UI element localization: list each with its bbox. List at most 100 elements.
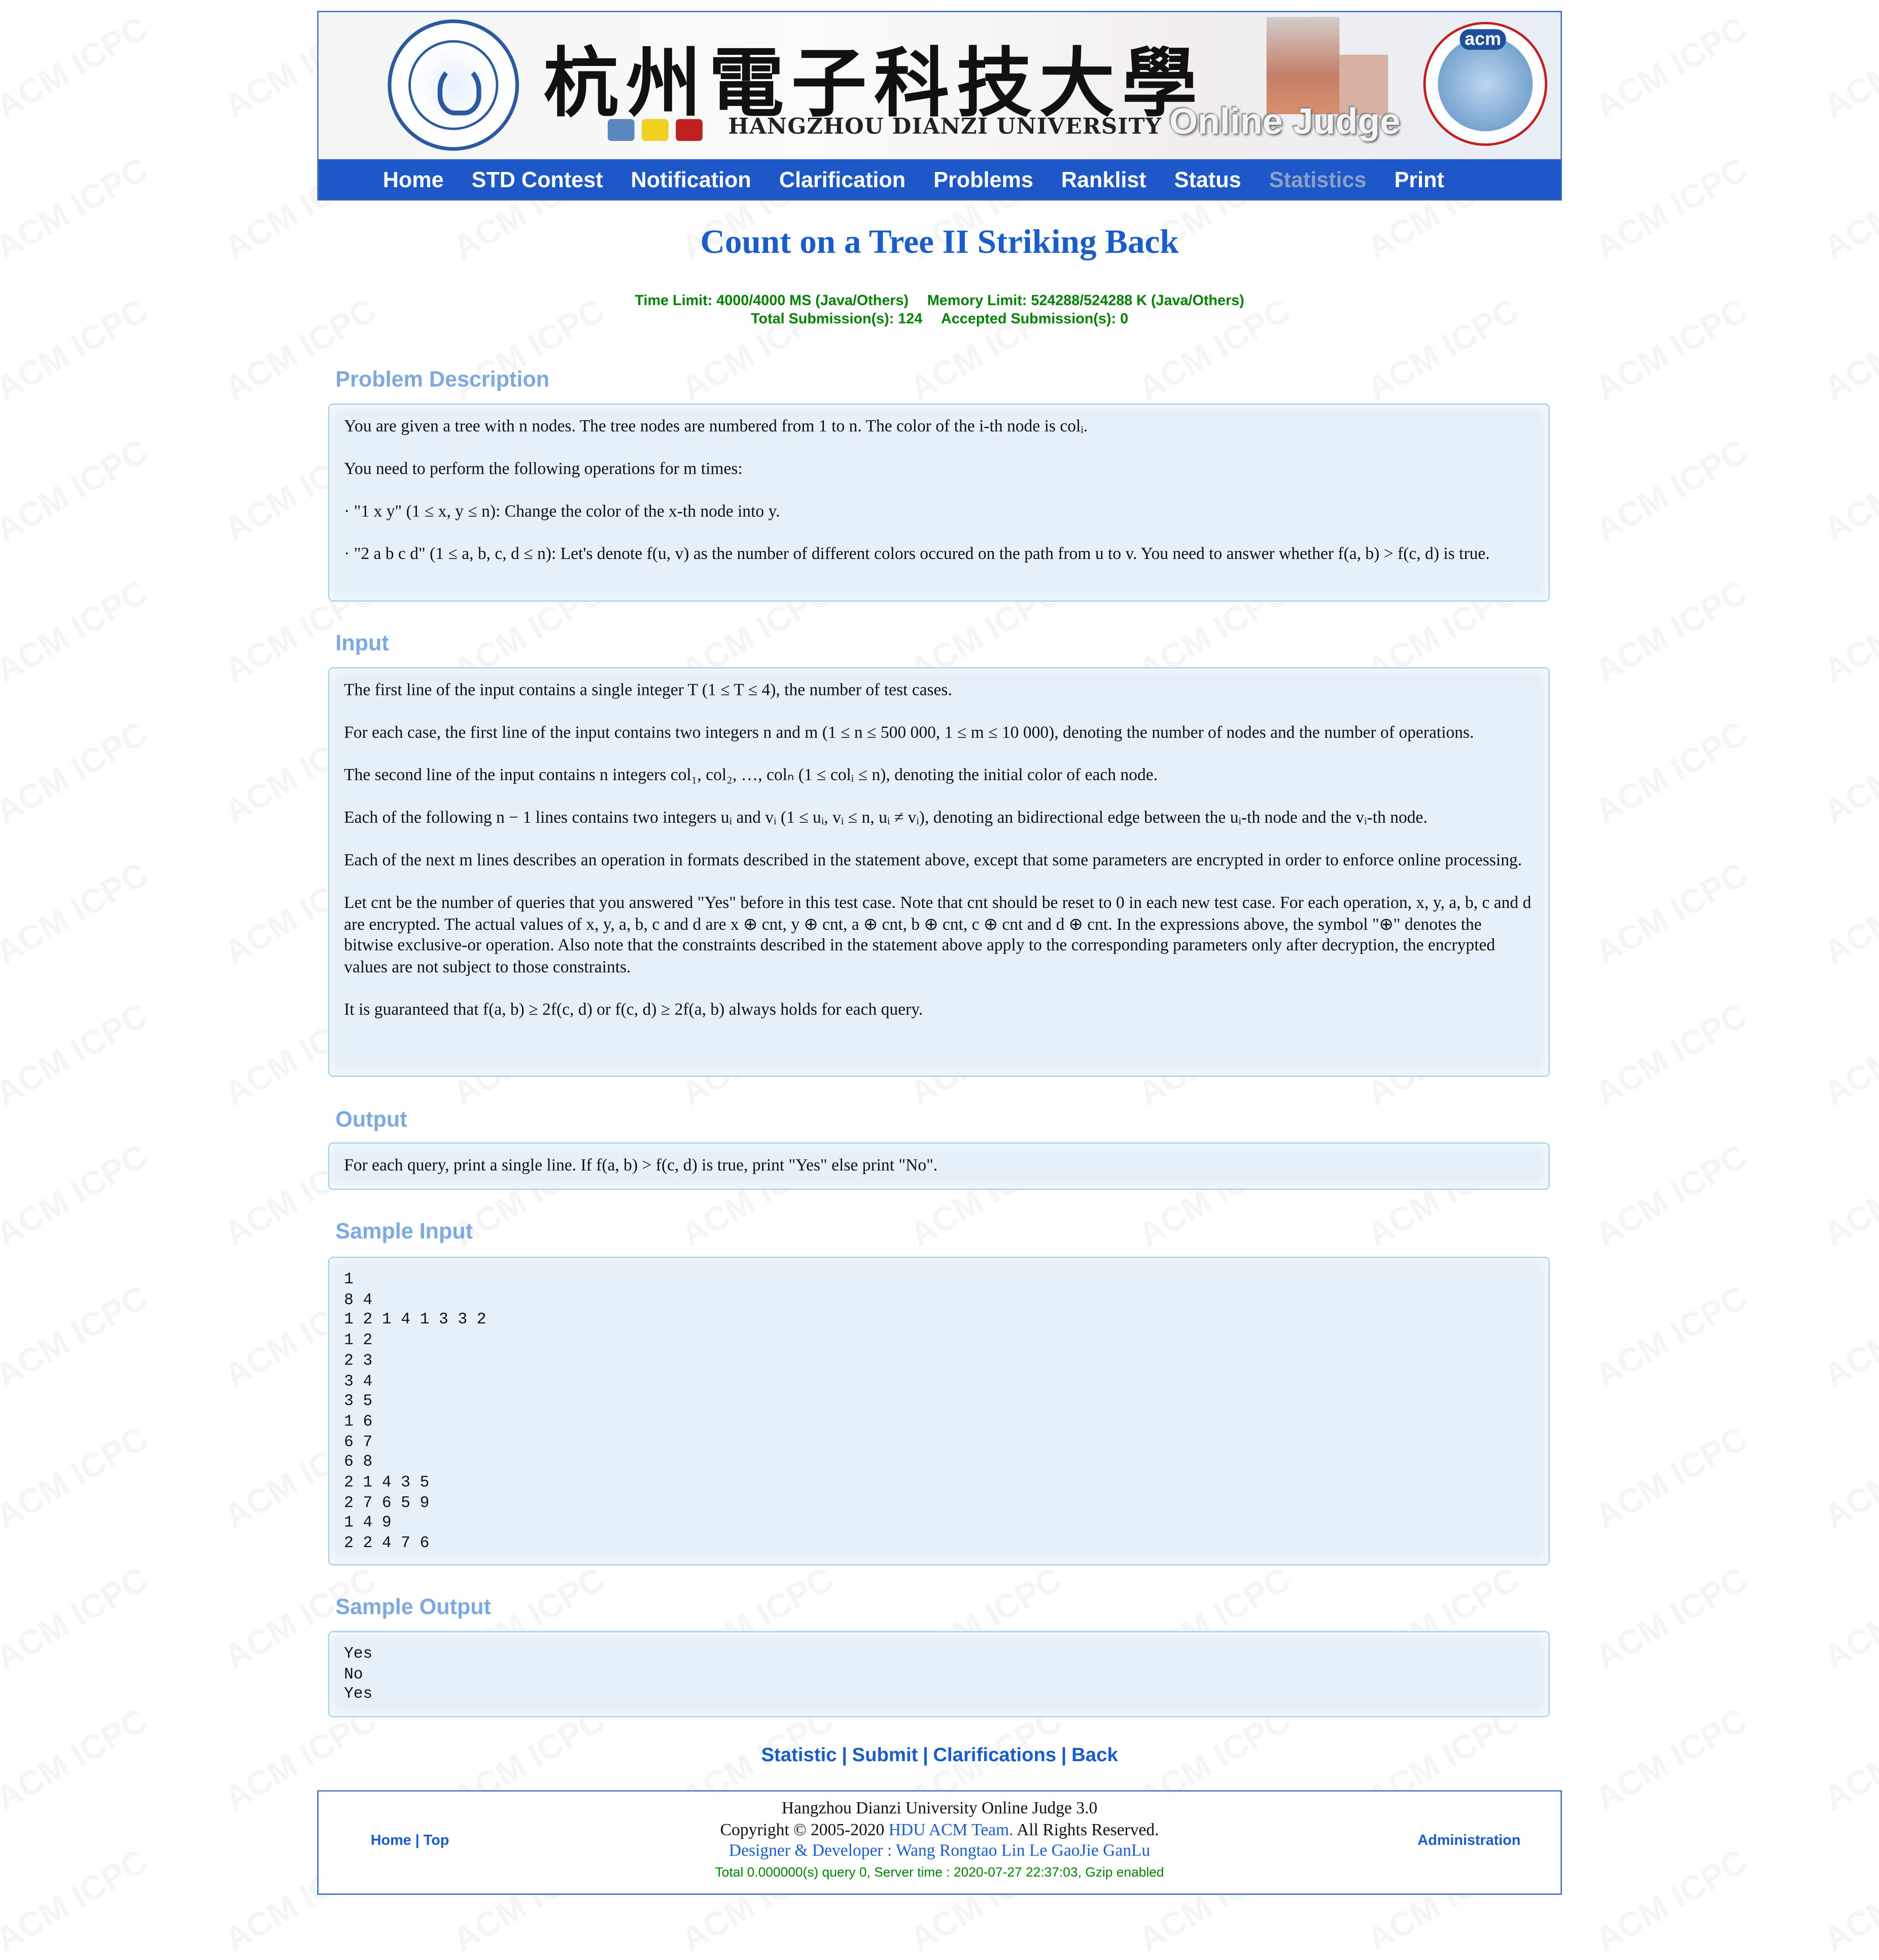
output-heading: Output <box>335 1107 407 1132</box>
watermark-text: ACM ICPC <box>1817 291 1879 408</box>
watermark-text: ACM ICPC <box>0 1419 154 1536</box>
description-panel: You are given a tree with n nodes. The t… <box>328 403 1550 602</box>
footer-designers: Designer & Developer : Wang Rongtao Lin … <box>319 1841 1561 1863</box>
nav-statistics[interactable]: Statistics <box>1269 167 1367 192</box>
input-p1: The first line of the input contains a s… <box>344 682 952 701</box>
description-op2: · "2 a b c d" (1 ≤ a, b, c, d ≤ n): Let'… <box>344 545 1490 564</box>
watermark-text: ACM ICPC <box>1817 1560 1879 1677</box>
watermark-text: ACM ICPC <box>1817 714 1879 831</box>
watermark-text: ACM ICPC <box>1589 996 1754 1113</box>
university-english-name: HANGZHOU DIANZI UNIVERSITY <box>728 114 1162 140</box>
watermark-text: ACM ICPC <box>0 996 154 1113</box>
footer-info: Hangzhou Dianzi University Online Judge … <box>319 1799 1561 1884</box>
acm-icpc-logo[interactable]: acm <box>1423 22 1548 146</box>
cup-icon <box>642 119 669 141</box>
submit-link[interactable]: Submit <box>852 1745 918 1766</box>
watermark-text: ACM ICPC <box>1589 1842 1754 1959</box>
nav-clarification[interactable]: Clarification <box>779 167 906 192</box>
time-limit: Time Limit: 4000/4000 MS (Java/Others) <box>635 292 909 309</box>
watermark-text: ACM ICPC <box>1817 996 1879 1113</box>
watermark-text: ACM ICPC <box>0 573 154 690</box>
watermark-text: ACM ICPC <box>1817 855 1879 972</box>
input-panel: The first line of the input contains a s… <box>328 667 1550 1077</box>
description-p1: You are given a tree with n nodes. The t… <box>344 418 1088 437</box>
input-p3: The second line of the input contains n … <box>344 766 1158 785</box>
nav-ranklist[interactable]: Ranklist <box>1061 167 1146 192</box>
watermark-text: ACM ICPC <box>1817 1842 1879 1959</box>
nav-std-contest[interactable]: STD Contest <box>472 167 603 192</box>
watermark-text: ACM ICPC <box>1360 291 1525 408</box>
accepted-submissions: Accepted Submission(s): 0 <box>941 309 1129 327</box>
nav-status[interactable]: Status <box>1174 167 1241 192</box>
main-navbar: Home STD Contest Notification Clarificat… <box>318 159 1561 199</box>
sample-output-heading: Sample Output <box>335 1594 492 1619</box>
submissions-line: Total Submission(s): 124 Accepted Submis… <box>0 310 1879 327</box>
clarifications-link[interactable]: Clarifications <box>933 1745 1056 1766</box>
administration-link[interactable]: Administration <box>1418 1832 1521 1849</box>
input-p6: Let cnt be the number of queries that yo… <box>344 894 1532 977</box>
watermark-text: ACM ICPC <box>1817 1278 1879 1395</box>
bottom-links: Statistic | Submit | Clarifications | Back <box>0 1745 1879 1767</box>
watermark-text: ACM ICPC <box>1817 1419 1879 1536</box>
hdu-seal-logo[interactable] <box>388 19 519 151</box>
watermark-text: ACM ICPC <box>0 1278 154 1395</box>
footer-copyright: Copyright © 2005-2020 HDU ACM Team. All … <box>319 1820 1561 1841</box>
watermark-text: ACM ICPC <box>0 714 154 831</box>
watermark-text: ACM ICPC <box>1589 1278 1754 1395</box>
watermark-text: ACM ICPC <box>1817 432 1879 549</box>
problem-title: Count on a Tree II Striking Back <box>700 223 1179 262</box>
watermark-text: ACM ICPC <box>1589 1137 1754 1254</box>
banner: 杭州電子科技大學 HANGZHOU DIANZI UNIVERSITY Onli… <box>318 12 1561 159</box>
description-p2: You need to perform the following operat… <box>344 461 743 479</box>
watermark-text: ACM ICPC <box>1817 9 1879 126</box>
watermark-text: ACM ICPC <box>1589 714 1754 831</box>
watermark-text: ACM ICPC <box>0 1560 154 1677</box>
nav-notification[interactable]: Notification <box>631 167 751 192</box>
watermark-text: ACM ICPC <box>0 1842 154 1959</box>
link-separator: | <box>923 1745 928 1766</box>
limits-line: Time Limit: 4000/4000 MS (Java/Others) M… <box>0 292 1879 309</box>
watermark-text: ACM ICPC <box>1589 432 1754 549</box>
link-separator: | <box>842 1745 847 1766</box>
watermark-text: ACM ICPC <box>1589 291 1754 408</box>
watermark-text: ACM ICPC <box>0 9 154 126</box>
campus-building-image <box>1266 17 1340 115</box>
nav-problems[interactable]: Problems <box>933 167 1033 192</box>
watermark-text: ACM ICPC <box>1589 1560 1754 1677</box>
acm-logo-text: acm <box>1459 29 1506 50</box>
total-submissions: Total Submission(s): 124 <box>751 309 923 327</box>
server-info: Total 0.000000(s) query 0, Server time :… <box>715 1865 1164 1880</box>
statistic-link[interactable]: Statistic <box>761 1745 837 1766</box>
designers-link[interactable]: Wang Rongtao Lin Le GaoJie GanLu <box>896 1842 1150 1861</box>
rights-text: All Rights Reserved. <box>1017 1821 1159 1840</box>
sample-input-text[interactable]: 1 8 4 1 2 1 4 1 3 3 2 1 2 2 3 3 4 3 5 1 … <box>344 1270 1534 1554</box>
sample-output-text[interactable]: Yes No Yes <box>344 1644 1534 1705</box>
nav-print[interactable]: Print <box>1395 167 1444 192</box>
watermark-text: ACM ICPC <box>0 1137 154 1254</box>
sample-input-heading: Sample Input <box>335 1219 473 1244</box>
watermark-text: ACM ICPC <box>1589 1419 1754 1536</box>
watermark-text: ACM ICPC <box>903 291 1068 408</box>
site-header: 杭州電子科技大學 HANGZHOU DIANZI UNIVERSITY Onli… <box>317 11 1562 201</box>
watermark-text: ACM ICPC <box>0 855 154 972</box>
input-p4: Each of the following n − 1 lines contai… <box>344 809 1428 828</box>
watermark-text: ACM ICPC <box>1589 855 1754 972</box>
link-separator: | <box>1061 1745 1067 1766</box>
output-p1: For each query, print a single line. If … <box>344 1157 938 1175</box>
sample-output-panel[interactable]: Yes No Yes <box>328 1631 1550 1718</box>
online-judge-title: Online Judge <box>1169 102 1401 143</box>
nav-home[interactable]: Home <box>383 167 444 192</box>
description-op1: · "1 x y" (1 ≤ x, y ≤ n): Change the col… <box>344 503 780 521</box>
team-link[interactable]: HDU ACM Team. <box>889 1821 1014 1839</box>
sample-input-panel[interactable]: 1 8 4 1 2 1 4 1 3 3 2 1 2 2 3 3 4 3 5 1 … <box>328 1256 1550 1566</box>
watermark-text: ACM ICPC <box>1589 9 1754 126</box>
apple-icon <box>676 119 703 141</box>
watermark-text: ACM ICPC <box>1817 573 1879 690</box>
footer-oj-version: Hangzhou Dianzi University Online Judge … <box>781 1800 1098 1818</box>
watermark-text: ACM ICPC <box>0 291 154 408</box>
input-heading: Input <box>335 631 389 655</box>
book-icon <box>608 119 635 141</box>
watermark-text: ACM ICPC <box>1132 291 1297 408</box>
back-link[interactable]: Back <box>1071 1745 1118 1766</box>
description-heading: Problem Description <box>335 367 550 392</box>
